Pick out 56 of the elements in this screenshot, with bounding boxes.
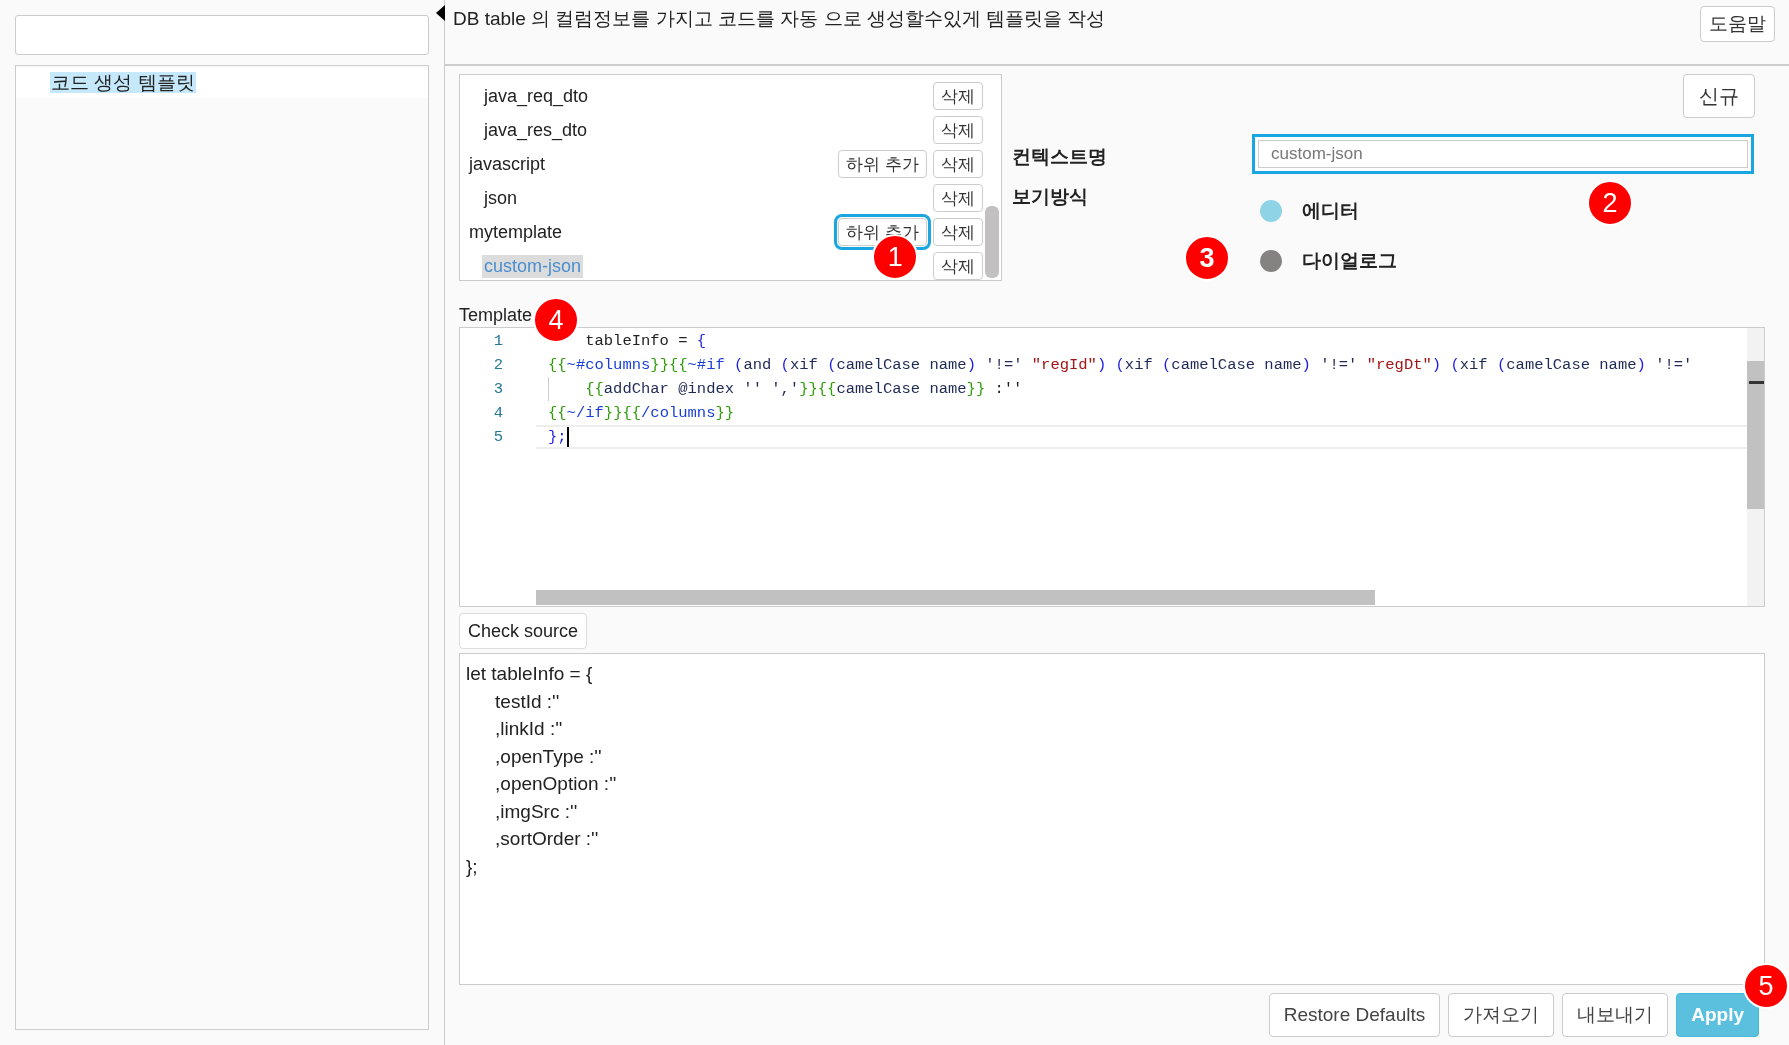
scrollbar-thumb[interactable] (1747, 361, 1764, 509)
radio-label: 에디터 (1302, 199, 1359, 223)
output-line: ,sortOrder :'' (494, 827, 600, 851)
help-button[interactable]: 도움말 (1700, 6, 1775, 42)
delete-button[interactable]: 삭제 (933, 218, 983, 246)
number-badge: 4 (533, 297, 579, 343)
delete-button[interactable]: 삭제 (933, 116, 983, 144)
line-number: 5 (492, 427, 504, 448)
template-item[interactable]: javascript (467, 152, 548, 176)
line-number: 3 (492, 379, 504, 400)
radio-label: 다이얼로그 (1302, 249, 1397, 273)
output-line: ,imgSrc :'' (494, 799, 579, 824)
field-label: 컨텍스트명 (1012, 145, 1108, 169)
section-label: Template (459, 305, 533, 325)
line-number: 2 (492, 355, 504, 376)
code-editor[interactable] (459, 327, 1765, 607)
action-button[interactable]: 가져오기 (1448, 993, 1555, 1037)
output-line: ,openOption :'' (494, 772, 618, 796)
search-field[interactable] (15, 15, 429, 55)
template-item[interactable]: java_res_dto (482, 118, 590, 142)
delete-button[interactable]: 삭제 (933, 184, 983, 212)
code-line: {{~#columns}}{{~#if (and (xif (camelCase name) '!=' "regId") (xif (camelCase name) '!=' "regDt") (xif (camelCase name) '!=' (548, 355, 1694, 376)
number-badge: 3 (1184, 235, 1230, 281)
action-button[interactable]: Restore Defaults (1268, 993, 1441, 1037)
output-line: testId :'' (494, 689, 561, 714)
code-line: {{addChar @index '' ','}}{{camelCase name}} :'' (548, 377, 1747, 401)
radio-button[interactable] (1260, 200, 1282, 222)
output-line: }; (466, 854, 479, 879)
code-line: tableInfo = { (584, 331, 708, 352)
number-badge: 2 (1587, 180, 1633, 226)
new-button[interactable]: 신규 (1683, 74, 1755, 118)
scrollbar-thumb[interactable] (985, 206, 999, 278)
template-item[interactable]: json (482, 186, 520, 210)
delete-button[interactable]: 삭제 (933, 82, 983, 110)
output-line: ,openType :'' (494, 744, 603, 769)
scrollbar-thumb[interactable] (536, 590, 1375, 605)
delete-button[interactable]: 삭제 (933, 252, 983, 280)
code-line: }; (536, 425, 1747, 449)
collapse-icon[interactable] (436, 5, 445, 21)
add-child-button[interactable]: 하위 추가 (838, 150, 927, 178)
template-item[interactable]: mytemplate (467, 220, 565, 244)
page-title: DB table 의 컬럼정보를 가지고 코드를 자동 으로 생성할수있게 템플릿을 작성 (453, 7, 1106, 31)
delete-button[interactable]: 삭제 (933, 150, 983, 178)
tree-item[interactable]: 코드 생성 템플릿 (50, 72, 196, 93)
radio-button[interactable] (1260, 250, 1282, 272)
context-name-field[interactable]: custom-json (1252, 134, 1754, 174)
line-number: 4 (492, 403, 504, 424)
template-item[interactable]: java_req_dto (482, 84, 591, 108)
action-button[interactable]: 내보내기 (1562, 993, 1669, 1037)
code-line: {{~/if}}{{/columns}} (548, 403, 736, 424)
check-source-button[interactable]: Check source (459, 613, 588, 649)
output-line: let tableInfo = { (466, 662, 594, 686)
number-badge: 5 (1743, 963, 1789, 1009)
line-number: 1 (492, 331, 504, 352)
output-line: ,linkId :'' (494, 717, 564, 741)
field-label: 보기방식 (1012, 185, 1089, 209)
